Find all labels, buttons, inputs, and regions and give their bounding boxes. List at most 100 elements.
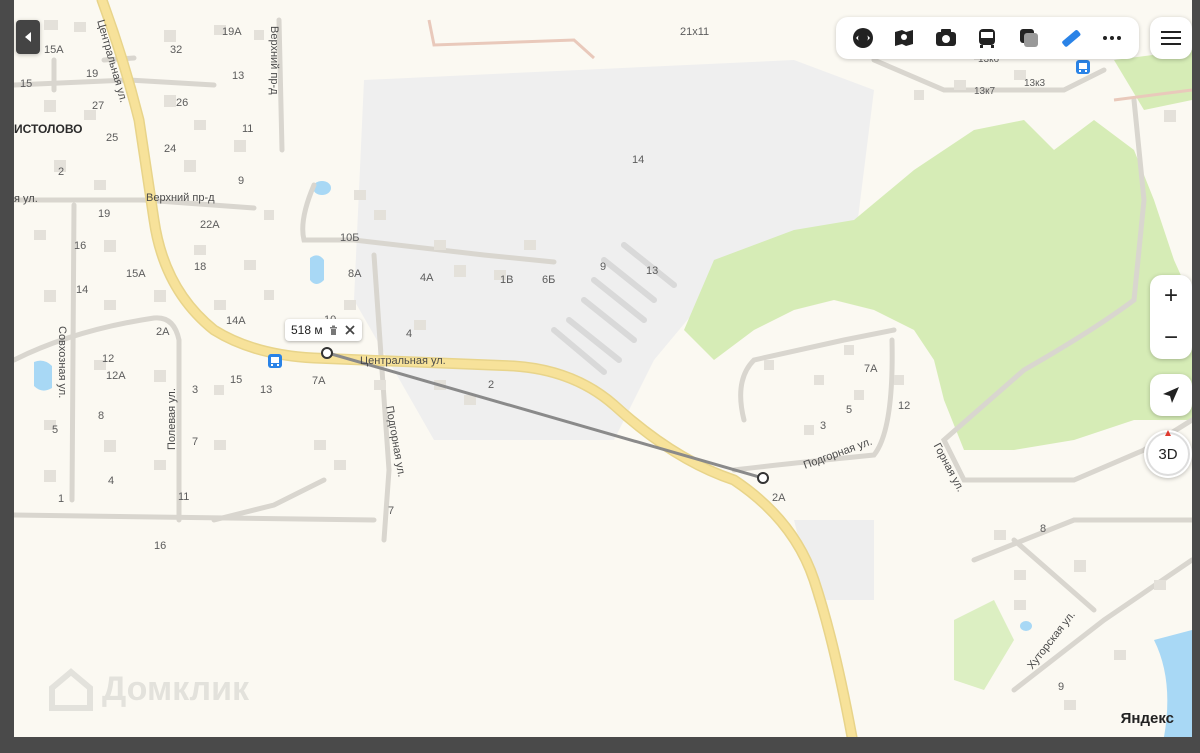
measure-distance: 518 м bbox=[291, 323, 323, 337]
street-label-verkhniy-proezd: Верхний пр-д bbox=[268, 26, 280, 95]
measure-end-point[interactable] bbox=[757, 472, 769, 484]
map-canvas[interactable]: ИСТОЛОВО Центральная ул. Центральная ул.… bbox=[14, 0, 1192, 737]
layers-icon bbox=[852, 28, 873, 48]
street-label-sovkhoznaya: Совхозная ул. bbox=[56, 326, 68, 399]
house-number: 8А bbox=[348, 268, 362, 280]
house-number: 3 bbox=[820, 420, 827, 432]
house-number: 26 bbox=[176, 97, 189, 109]
zoom-out-button[interactable]: − bbox=[1164, 317, 1178, 359]
house-number: 2А bbox=[772, 492, 786, 504]
back-button[interactable] bbox=[16, 20, 40, 54]
menu-icon bbox=[1161, 31, 1181, 45]
house-number: 27 bbox=[92, 100, 105, 112]
street-label-tsentralnaya: Центральная ул. bbox=[360, 355, 446, 367]
view-3d-button[interactable]: 3D bbox=[1144, 430, 1192, 478]
house-number: 19 bbox=[86, 68, 99, 80]
panorama-button[interactable] bbox=[887, 21, 921, 55]
camera-button[interactable] bbox=[929, 21, 963, 55]
ruler-button[interactable] bbox=[1054, 21, 1088, 55]
more-button[interactable] bbox=[1095, 21, 1129, 55]
house-number: 2А bbox=[156, 326, 170, 338]
house-number: 15 bbox=[20, 78, 33, 90]
locate-button[interactable] bbox=[1150, 374, 1192, 416]
house-number: 15 bbox=[230, 374, 243, 386]
house-number: 5 bbox=[846, 404, 853, 416]
trash-icon[interactable] bbox=[329, 325, 338, 335]
house-number: 12 bbox=[102, 353, 115, 365]
house-number: 12 bbox=[898, 400, 911, 412]
house-number: 6Б bbox=[542, 274, 556, 286]
measure-start-point[interactable] bbox=[321, 347, 333, 359]
house-number: 11 bbox=[242, 123, 254, 135]
bus-stop-icon[interactable] bbox=[268, 354, 282, 368]
house-number: 14А bbox=[226, 315, 246, 327]
transport-icon bbox=[979, 29, 996, 48]
house-number: 19 bbox=[98, 208, 111, 220]
ruler-icon bbox=[1061, 30, 1081, 47]
layers-button[interactable] bbox=[846, 21, 880, 55]
house-number: 18 bbox=[194, 261, 207, 273]
measure-popup: 518 м bbox=[285, 319, 362, 341]
house-number: 1В bbox=[500, 274, 514, 286]
house-number: 4 bbox=[406, 328, 413, 340]
house-number: 13 bbox=[646, 265, 659, 277]
house-number: 7 bbox=[388, 505, 395, 517]
house-number: 7А bbox=[312, 375, 326, 387]
back-arrow-icon bbox=[25, 32, 31, 42]
map-toolbar bbox=[836, 17, 1139, 59]
house-number: 3 bbox=[192, 384, 199, 396]
house-number: 22А bbox=[200, 219, 220, 231]
menu-button[interactable] bbox=[1150, 17, 1192, 59]
house-number: 15А bbox=[126, 268, 146, 280]
place-label: ИСТОЛОВО bbox=[14, 122, 83, 136]
yandex-logo[interactable]: Яндекс bbox=[1121, 710, 1174, 727]
house-number: 8 bbox=[1040, 523, 1047, 535]
house-number: 11 bbox=[178, 491, 190, 503]
house-number: 25 bbox=[106, 132, 119, 144]
house-number: 9 bbox=[238, 175, 245, 187]
street-label-verkhniy: я ул. bbox=[14, 193, 38, 205]
house-number: 5 bbox=[52, 424, 59, 436]
more-icon bbox=[1103, 36, 1122, 40]
house-number: 21х11 bbox=[680, 26, 710, 38]
traffic-icon bbox=[1020, 29, 1039, 47]
house-number: 10Б bbox=[340, 232, 360, 244]
camera-icon bbox=[935, 29, 956, 46]
zoom-control: + − bbox=[1150, 275, 1192, 359]
house-number: 8 bbox=[98, 410, 105, 422]
house-number: 32 bbox=[170, 44, 183, 56]
panorama-icon bbox=[895, 30, 914, 46]
watermark-text: Домклик bbox=[102, 669, 250, 708]
domklik-watermark: Домклик bbox=[48, 666, 249, 712]
house-number: 9 bbox=[1058, 681, 1065, 693]
house-number: 2 bbox=[488, 379, 495, 391]
house-number: 12А bbox=[106, 370, 126, 382]
house-number: 19А bbox=[222, 26, 242, 38]
house-number: 15А bbox=[44, 44, 64, 56]
domklik-logo bbox=[49, 668, 93, 711]
traffic-button[interactable] bbox=[1012, 21, 1046, 55]
house-number: 9 bbox=[600, 261, 607, 273]
zoom-in-button[interactable]: + bbox=[1164, 275, 1178, 317]
house-number: 13 bbox=[232, 70, 245, 82]
house-number: 24 bbox=[164, 143, 177, 155]
locate-icon bbox=[1163, 387, 1179, 403]
view-3d-label: 3D bbox=[1158, 445, 1178, 463]
house-number: 7А bbox=[864, 363, 878, 375]
street-label-verkhniy-proezd: Верхний пр-д bbox=[146, 192, 215, 204]
house-number: 4А bbox=[420, 272, 434, 284]
house-number: 4 bbox=[108, 475, 115, 487]
bus-stop-icon[interactable] bbox=[1076, 60, 1090, 74]
house-number: 13к7 bbox=[974, 86, 996, 97]
house-number: 7 bbox=[192, 436, 199, 448]
house-number: 13к3 bbox=[1024, 78, 1046, 89]
transport-button[interactable] bbox=[970, 21, 1004, 55]
house-number: 14 bbox=[76, 284, 89, 296]
map-layer bbox=[14, 0, 1192, 737]
house-number: 14 bbox=[632, 154, 645, 166]
house-number: 16 bbox=[74, 240, 87, 252]
street-label-polevaya: Полевая ул. bbox=[166, 388, 178, 450]
house-number: 2 bbox=[58, 166, 65, 178]
house-number: 1 bbox=[58, 493, 65, 505]
close-icon[interactable] bbox=[344, 324, 356, 336]
